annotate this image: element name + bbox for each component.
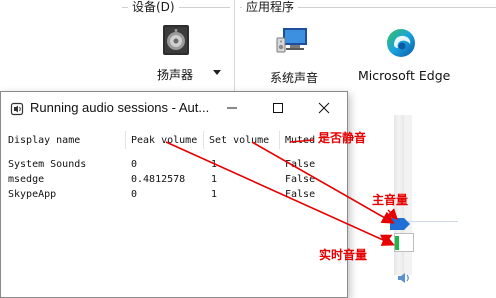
table-cell[interactable]: System Sounds	[8, 159, 86, 171]
column-header-muted[interactable]: Muted	[285, 135, 315, 147]
device-group-label: 设备(D)	[128, 0, 179, 14]
maximize-button[interactable]	[255, 92, 301, 124]
speaker-device-icon[interactable]	[162, 24, 190, 56]
master-volume-handle[interactable]	[390, 215, 410, 230]
column-divider[interactable]	[125, 131, 126, 149]
table-cell[interactable]: 0	[131, 159, 137, 171]
master-level-line	[408, 221, 458, 222]
edge-icon[interactable]	[386, 28, 416, 58]
speaker-device-label[interactable]: 扬声器	[157, 66, 193, 83]
mute-annotation: 是否静音	[318, 131, 367, 145]
table-cell[interactable]: SkypeApp	[8, 189, 56, 201]
table-cell[interactable]: 0.4812578	[131, 174, 185, 186]
realtime-annotation: 实时音量	[319, 248, 368, 262]
system-sounds-label[interactable]: 系统声音	[270, 69, 318, 86]
close-button[interactable]	[301, 92, 347, 124]
column-header-peak-volume[interactable]: Peak volume	[131, 135, 197, 147]
column-divider[interactable]	[203, 131, 204, 149]
table-cell[interactable]: 0	[131, 189, 137, 201]
minimize-button[interactable]	[209, 92, 255, 124]
table-cell[interactable]: False	[285, 159, 315, 171]
maximize-icon	[273, 103, 283, 113]
column-header-set-volume[interactable]: Set volume	[209, 135, 269, 147]
audio-sessions-window: Running audio sessions - Aut... Display …	[0, 91, 348, 298]
system-sounds-icon[interactable]	[276, 26, 310, 56]
table-cell[interactable]: False	[285, 189, 315, 201]
table-cell[interactable]: 1	[211, 174, 217, 186]
table-cell[interactable]: 1	[211, 189, 217, 201]
window-title: Running audio sessions - Aut...	[30, 100, 210, 115]
column-divider[interactable]	[279, 131, 280, 149]
table-cell[interactable]: False	[285, 174, 315, 186]
table-cell[interactable]: msedge	[8, 174, 44, 186]
table-cell[interactable]: 1	[211, 159, 217, 171]
apps-group-label: 应用程序	[242, 0, 299, 14]
sessions-table: Display name Peak volume Set volume Mute…	[1, 124, 347, 297]
peak-meter-fill	[395, 236, 399, 250]
app-icon	[10, 101, 24, 116]
column-header-display-name[interactable]: Display name	[8, 135, 80, 147]
master-annotation: 主音量	[372, 193, 409, 207]
mute-toggle-icon[interactable]	[397, 270, 411, 284]
edge-label[interactable]: Microsoft Edge	[358, 68, 450, 83]
chevron-down-icon[interactable]	[213, 70, 221, 75]
screen: 设备(D) 应用程序 扬声器 系统声音 Microsoft Edge Runni…	[0, 0, 496, 298]
close-icon	[318, 102, 330, 114]
minimize-icon	[227, 107, 237, 109]
window-titlebar[interactable]: Running audio sessions - Aut...	[1, 92, 347, 124]
